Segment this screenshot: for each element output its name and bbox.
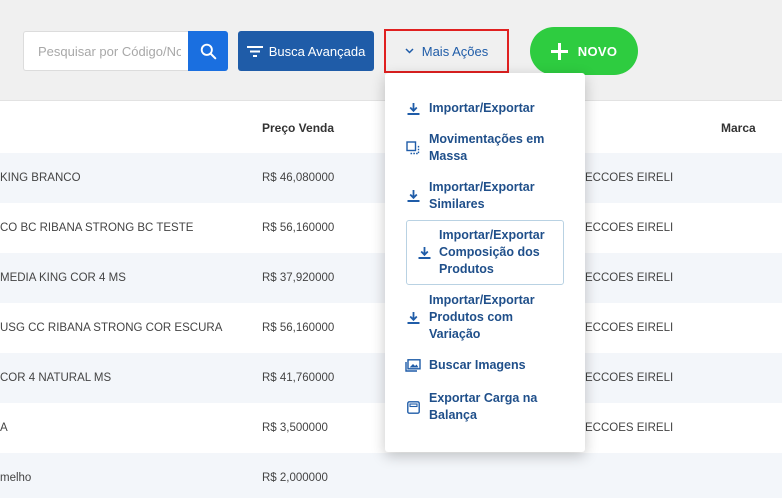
menu-item-label: Buscar Imagens <box>429 358 526 372</box>
cell-price: R$ 56,160000 <box>262 222 335 234</box>
chevron-down-icon <box>405 48 414 54</box>
menu-item-label: Importar/Exportar Produtos com Variação <box>429 293 535 341</box>
download-icon <box>405 102 421 116</box>
images-icon <box>405 359 421 372</box>
cell-price: R$ 56,160000 <box>262 322 335 334</box>
cell-supplier: ECCOES EIRELI <box>585 172 674 184</box>
new-button[interactable]: NOVO <box>530 27 638 75</box>
copy-icon <box>405 141 421 155</box>
cell-price: R$ 41,760000 <box>262 372 335 384</box>
menu-item-search-images[interactable]: Buscar Imagens <box>405 357 565 374</box>
menu-item-import-export[interactable]: Importar/Exportar <box>405 100 565 117</box>
advanced-search-label: Busca Avançada <box>268 43 366 59</box>
cell-price: R$ 37,920000 <box>262 272 335 284</box>
table-row[interactable]: melho R$ 2,000000 <box>0 453 782 498</box>
plus-icon <box>550 42 568 60</box>
cell-supplier: ECCOES EIRELI <box>585 372 674 384</box>
cell-description: COR 4 NATURAL MS <box>0 372 112 384</box>
cell-description: CO BC RIBANA STRONG BC TESTE <box>0 222 194 234</box>
new-label: NOVO <box>577 43 618 59</box>
cell-description: USG CC RIBANA STRONG COR ESCURA <box>0 322 223 334</box>
cell-supplier: ECCOES EIRELI <box>585 422 674 434</box>
menu-item-label: Importar/Exportar Similares <box>429 180 535 211</box>
more-actions-button[interactable]: Mais Ações <box>384 29 509 73</box>
download-icon <box>405 311 421 325</box>
menu-item-bulk-movements[interactable]: Movimentações em Massa <box>405 131 565 165</box>
menu-item-label: Importar/Exportar Composição dos Produto… <box>439 228 545 276</box>
menu-item-label: Importar/Exportar <box>429 101 535 115</box>
search-input[interactable] <box>23 31 189 71</box>
menu-item-import-export-variation[interactable]: Importar/Exportar Produtos com Variação <box>405 292 565 343</box>
more-actions-menu: Importar/Exportar Movimentações em Massa… <box>385 73 585 452</box>
menu-item-import-export-similar[interactable]: Importar/Exportar Similares <box>405 179 565 213</box>
menu-item-import-export-composition[interactable]: Importar/Exportar Composição dos Produto… <box>406 220 564 285</box>
download-icon <box>416 246 432 260</box>
cell-price: R$ 46,080000 <box>262 172 335 184</box>
cell-description: A <box>0 422 8 434</box>
menu-item-export-scale-load[interactable]: Exportar Carga na Balança <box>405 390 565 424</box>
cell-price: R$ 3,500000 <box>262 422 328 434</box>
column-header-price[interactable]: Preço Venda <box>262 121 334 135</box>
cell-description: MEDIA KING COR 4 MS <box>0 272 126 284</box>
menu-item-label: Exportar Carga na Balança <box>429 391 538 422</box>
cell-description: KING BRANCO <box>0 172 81 184</box>
advanced-search-button[interactable]: Busca Avançada <box>238 31 374 71</box>
download-icon <box>405 189 421 203</box>
cell-description: melho <box>0 472 32 484</box>
search-icon <box>200 43 216 59</box>
menu-item-label: Movimentações em Massa <box>429 132 545 163</box>
scale-icon <box>405 400 421 414</box>
filter-icon <box>246 45 263 57</box>
cell-supplier: ECCOES EIRELI <box>585 322 674 334</box>
more-actions-label: Mais Ações <box>421 43 489 59</box>
cell-supplier: ECCOES EIRELI <box>585 272 674 284</box>
column-header-brand[interactable]: Marca <box>721 121 756 135</box>
search-button[interactable] <box>188 31 228 71</box>
cell-supplier: ECCOES EIRELI <box>585 222 674 234</box>
cell-price: R$ 2,000000 <box>262 472 328 484</box>
